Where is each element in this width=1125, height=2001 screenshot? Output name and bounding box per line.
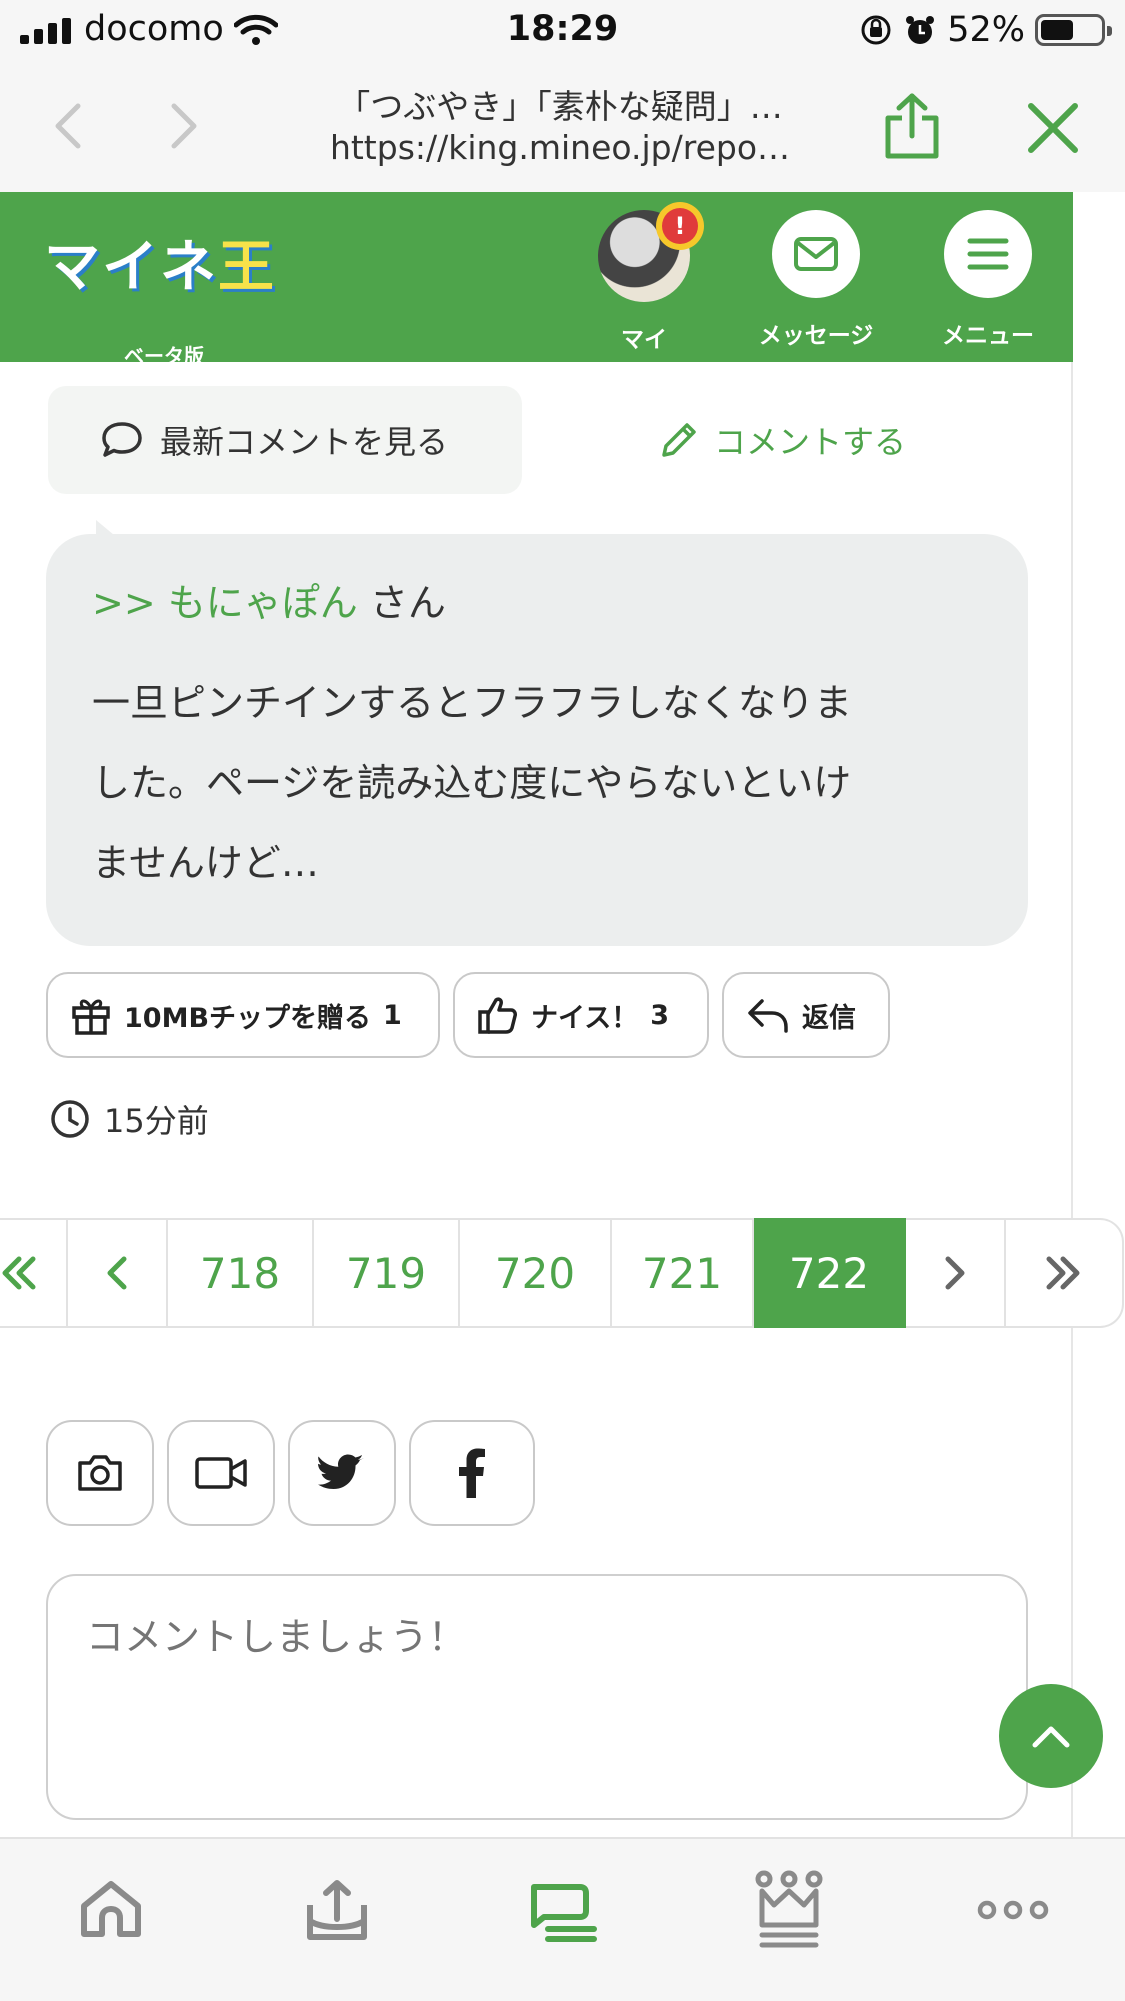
pagination: 718 719 720 721 722 bbox=[0, 1218, 1125, 1328]
site-logo[interactable]: マイネ王 ベータ版 bbox=[44, 222, 294, 368]
status-bar: docomo 18:29 52% bbox=[0, 0, 1125, 62]
facebook-share-button[interactable] bbox=[409, 1420, 535, 1526]
message-button[interactable]: メッセージ bbox=[752, 210, 880, 350]
write-comment-button[interactable]: コメントする bbox=[658, 386, 906, 494]
beta-label: ベータ版 bbox=[124, 344, 204, 368]
comment-bubble: >> もにゃぽん さん 一旦ピンチインするとフラフラしなくなりま した。ページを… bbox=[46, 534, 1028, 946]
home-icon bbox=[81, 1881, 141, 1937]
battery-icon bbox=[1035, 14, 1112, 46]
back-arrow-icon[interactable] bbox=[40, 96, 100, 156]
post-tab[interactable] bbox=[292, 1865, 382, 1955]
comment-line: した。ページを読み込む度にやらないといけ bbox=[92, 761, 852, 805]
reply-button[interactable]: 返信 bbox=[722, 972, 890, 1058]
latest-comments-button[interactable]: 最新コメントを見る bbox=[48, 386, 522, 494]
alert-mark: ! bbox=[662, 208, 698, 244]
page-title: 「つぶやき」「素朴な疑問」… bbox=[337, 87, 783, 126]
page-link[interactable]: 719 bbox=[314, 1218, 460, 1328]
my-label: マイ bbox=[621, 327, 667, 353]
chevron-up-icon bbox=[1032, 1726, 1070, 1748]
comment-input[interactable] bbox=[46, 1574, 1028, 1820]
next-page-button[interactable] bbox=[906, 1218, 1006, 1328]
last-page-button[interactable] bbox=[1006, 1218, 1124, 1328]
nice-button[interactable]: ナイス！ 3 bbox=[453, 972, 709, 1058]
upload-tray-icon bbox=[307, 1880, 367, 1940]
logo-text: マイネ bbox=[44, 235, 218, 300]
crown-icon bbox=[755, 1870, 823, 1948]
video-upload-button[interactable] bbox=[167, 1420, 275, 1526]
nice-count: 3 bbox=[650, 999, 669, 1031]
close-icon[interactable] bbox=[1025, 100, 1081, 156]
gift-icon bbox=[72, 999, 110, 1035]
comment-line: 一旦ピンチインするとフラフラしなくなりま bbox=[92, 681, 853, 725]
reply-username-link[interactable]: もにゃぽん bbox=[168, 581, 358, 625]
speech-bubble-icon bbox=[102, 422, 142, 457]
tip-button[interactable]: 10MBチップを贈る 1 bbox=[46, 972, 440, 1058]
ranking-tab[interactable] bbox=[744, 1865, 834, 1955]
envelope-icon bbox=[794, 237, 838, 271]
message-label: メッセージ bbox=[758, 323, 874, 349]
reply-arrow-icon bbox=[748, 999, 788, 1033]
chevron-right-icon bbox=[945, 1256, 965, 1290]
timestamp-text: 15分前 bbox=[104, 1102, 209, 1140]
forward-arrow-icon[interactable] bbox=[152, 96, 212, 156]
url-text[interactable]: https://king.mineo.jp/repo… bbox=[300, 128, 820, 167]
tip-count: 1 bbox=[383, 999, 402, 1031]
camera-icon bbox=[78, 1455, 122, 1491]
nice-label: ナイス！ bbox=[531, 1002, 639, 1034]
tip-label: 10MBチップを贈る bbox=[124, 1002, 372, 1034]
scroll-to-top-button[interactable] bbox=[999, 1684, 1103, 1788]
clock-icon bbox=[51, 1100, 89, 1138]
reply-honorific: さん bbox=[369, 581, 446, 625]
double-chevron-left-icon bbox=[2, 1256, 36, 1290]
avatar[interactable]: ! bbox=[598, 202, 704, 302]
comment-timestamp: 15分前 bbox=[50, 1096, 209, 1142]
share-icon[interactable] bbox=[880, 92, 944, 162]
first-page-button[interactable] bbox=[0, 1218, 68, 1328]
facebook-icon bbox=[459, 1448, 485, 1498]
reply-label: 返信 bbox=[802, 1002, 856, 1034]
page-link[interactable]: 718 bbox=[168, 1218, 314, 1328]
more-dots-icon bbox=[977, 1900, 1049, 1920]
comment-line: ませんけど… bbox=[92, 841, 319, 885]
pencil-icon bbox=[662, 423, 696, 457]
chevron-left-icon bbox=[107, 1256, 127, 1290]
chat-tab[interactable] bbox=[518, 1865, 608, 1955]
current-page[interactable]: 722 bbox=[754, 1218, 906, 1328]
write-comment-label: コメントする bbox=[714, 423, 907, 461]
double-chevron-right-icon bbox=[1046, 1256, 1080, 1290]
battery-percent: 52% bbox=[947, 10, 1025, 50]
chat-icon bbox=[531, 1884, 597, 1942]
twitter-icon bbox=[318, 1454, 364, 1489]
prev-page-button[interactable] bbox=[68, 1218, 168, 1328]
alert-badge-icon: ! bbox=[656, 202, 704, 250]
site-header: マイネ王 ベータ版 ! マイ メッセージ メニュー bbox=[0, 192, 1073, 368]
photo-upload-button[interactable] bbox=[46, 1420, 154, 1526]
rotation-lock-icon bbox=[861, 15, 891, 45]
logo-text-accent: 王 bbox=[218, 235, 276, 300]
menu-button[interactable]: メニュー bbox=[936, 210, 1040, 350]
thumbs-up-icon bbox=[478, 997, 517, 1034]
content-divider bbox=[1071, 362, 1073, 1837]
browser-bar: 「つぶやき」「素朴な疑問」… https://king.mineo.jp/rep… bbox=[0, 62, 1125, 192]
reply-target: >> もにゃぽん さん bbox=[92, 572, 982, 627]
my-page-button[interactable]: ! マイ bbox=[598, 202, 704, 354]
more-tab[interactable] bbox=[968, 1865, 1058, 1955]
latest-comments-label: 最新コメントを見る bbox=[160, 423, 449, 461]
hamburger-menu-icon bbox=[967, 238, 1009, 270]
comment-body: 一旦ピンチインするとフラフラしなくなりま した。ページを読み込む度にやらないとい… bbox=[92, 663, 982, 903]
video-camera-icon bbox=[195, 1457, 247, 1489]
alarm-icon bbox=[906, 16, 935, 44]
page-link[interactable]: 721 bbox=[612, 1218, 754, 1328]
bottom-toolbar bbox=[0, 1837, 1125, 2001]
reply-prefix: >> bbox=[92, 581, 156, 625]
home-tab[interactable] bbox=[66, 1865, 156, 1955]
twitter-share-button[interactable] bbox=[288, 1420, 396, 1526]
page-link[interactable]: 720 bbox=[460, 1218, 612, 1328]
menu-label: メニュー bbox=[942, 323, 1034, 349]
